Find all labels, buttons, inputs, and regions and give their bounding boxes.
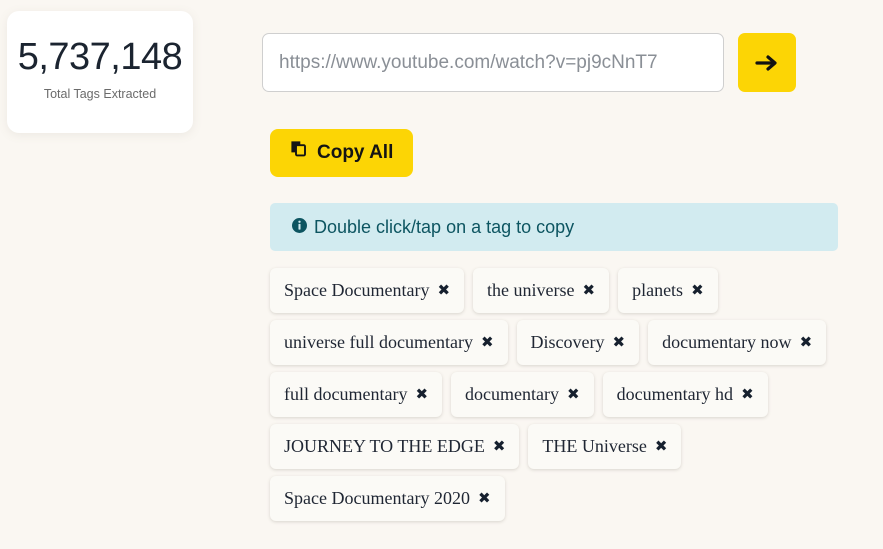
info-banner: Double click/tap on a tag to copy bbox=[270, 203, 838, 251]
tag-remove-icon[interactable]: ✖ bbox=[415, 387, 428, 402]
tag-item[interactable]: THE Universe ✖ bbox=[528, 424, 682, 469]
tag-item[interactable]: the universe ✖ bbox=[473, 268, 610, 313]
tag-label: documentary bbox=[465, 384, 560, 404]
total-tags-value: 5,737,148 bbox=[17, 35, 183, 78]
total-tags-label: Total Tags Extracted bbox=[43, 87, 157, 102]
tag-label: universe full documentary bbox=[284, 332, 473, 352]
tag-item[interactable]: Space Documentary 2020 ✖ bbox=[270, 476, 505, 521]
tag-remove-icon[interactable]: ✖ bbox=[613, 335, 626, 350]
tag-remove-icon[interactable]: ✖ bbox=[493, 439, 506, 454]
tag-label: THE Universe bbox=[542, 436, 647, 456]
tag-label: documentary now bbox=[662, 332, 792, 352]
tag-remove-icon[interactable]: ✖ bbox=[800, 335, 813, 350]
tag-label: full documentary bbox=[284, 384, 408, 404]
copy-all-label: Copy All bbox=[317, 142, 394, 163]
tag-label: the universe bbox=[487, 280, 575, 300]
total-tags-card: 5,737,148 Total Tags Extracted bbox=[7, 11, 193, 133]
tag-remove-icon[interactable]: ✖ bbox=[655, 439, 668, 454]
tag-remove-icon[interactable]: ✖ bbox=[691, 283, 704, 298]
tag-item[interactable]: documentary now ✖ bbox=[648, 320, 827, 365]
tag-remove-icon[interactable]: ✖ bbox=[481, 335, 494, 350]
submit-url-button[interactable] bbox=[738, 33, 796, 92]
youtube-url-input[interactable] bbox=[262, 33, 724, 92]
tag-label: Space Documentary bbox=[284, 280, 430, 300]
tag-item[interactable]: JOURNEY TO THE EDGE ✖ bbox=[270, 424, 520, 469]
arrow-right-icon bbox=[754, 52, 780, 74]
tag-remove-icon[interactable]: ✖ bbox=[567, 387, 580, 402]
tag-list: Space Documentary ✖ the universe ✖ plane… bbox=[270, 268, 862, 521]
url-form bbox=[262, 33, 796, 92]
tag-item[interactable]: planets ✖ bbox=[618, 268, 718, 313]
tag-item[interactable]: documentary ✖ bbox=[451, 372, 594, 417]
tag-label: JOURNEY TO THE EDGE bbox=[284, 436, 485, 456]
copy-icon bbox=[290, 140, 309, 166]
info-banner-message: Double click/tap on a tag to copy bbox=[314, 216, 575, 237]
copy-all-button[interactable]: Copy All bbox=[270, 129, 414, 177]
tag-label: documentary hd bbox=[616, 384, 734, 404]
info-circle-icon bbox=[292, 217, 307, 238]
tag-item[interactable]: full documentary ✖ bbox=[270, 372, 443, 417]
tag-item[interactable]: universe full documentary ✖ bbox=[270, 320, 508, 365]
main-content: Copy All Double click/tap on a tag to co… bbox=[262, 0, 862, 549]
tag-label: Space Documentary 2020 bbox=[284, 488, 470, 508]
tag-label: Discovery bbox=[530, 332, 605, 352]
tag-label: planets bbox=[632, 280, 684, 300]
tag-item[interactable]: Space Documentary ✖ bbox=[270, 268, 465, 313]
tag-remove-icon[interactable]: ✖ bbox=[478, 491, 491, 506]
tag-extractor-page: 5,737,148 Total Tags Extracted https://w… bbox=[0, 0, 883, 549]
tag-remove-icon[interactable]: ✖ bbox=[583, 283, 596, 298]
tag-item[interactable]: documentary hd ✖ bbox=[602, 372, 768, 417]
tag-remove-icon[interactable]: ✖ bbox=[741, 387, 754, 402]
tag-remove-icon[interactable]: ✖ bbox=[437, 283, 450, 298]
tag-item[interactable]: Discovery ✖ bbox=[516, 320, 640, 365]
